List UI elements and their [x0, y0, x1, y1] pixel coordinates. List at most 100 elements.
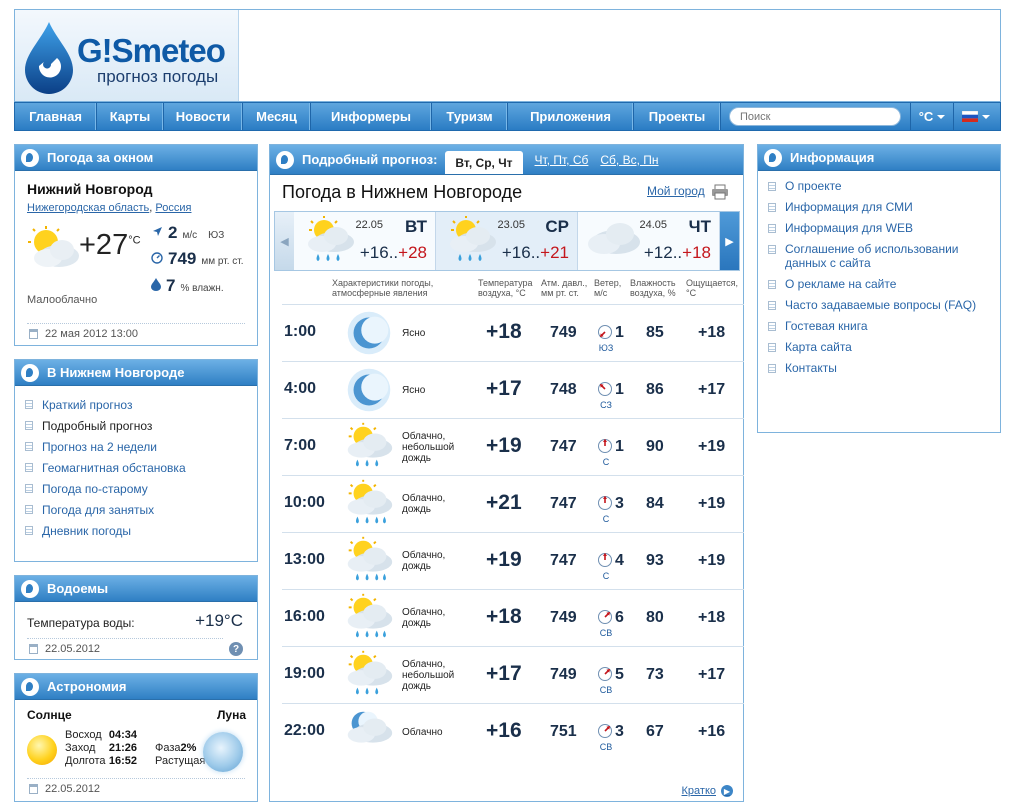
nav-item-0[interactable]: Главная [15, 103, 97, 130]
row-conditions: Облачно [402, 727, 443, 738]
city-link-item[interactable]: Краткий прогноз [25, 394, 186, 415]
city-link-item[interactable]: Геомагнитная обстановка [25, 457, 186, 478]
info-link-item[interactable]: Карта сайта [768, 340, 996, 354]
row-condition-line: небольшой [402, 442, 455, 453]
pressure-unit: мм рт. ст. [201, 256, 244, 267]
day-temp-low: +16.. [359, 243, 399, 262]
water-panel: Водоемы Температура воды: +19°C 22.05.20… [14, 575, 258, 660]
panel-header: Астрономия [15, 674, 257, 700]
wind-compass-icon [597, 666, 613, 685]
forecast-header-label: Подробный прогноз: [302, 152, 438, 167]
sun-cloud-rain-icon [340, 536, 398, 589]
info-link-item[interactable]: О рекламе на сайте [768, 277, 996, 291]
list-bullet-icon [25, 505, 33, 514]
row-humidity: 84 [646, 495, 664, 512]
detailed-forecast-panel: Подробный прогноз: Вт, Ср, Чт Чт, Пт, Сб… [269, 144, 744, 802]
brief-forecast-link[interactable]: Кратко ▶ [682, 785, 733, 797]
row-wind-speed: 6 [615, 609, 624, 626]
chevron-down-icon [982, 114, 990, 119]
row-wind-direction: С [602, 457, 610, 467]
row-pressure: 747 [550, 438, 577, 455]
info-link-item[interactable]: Гостевая книга [768, 319, 996, 333]
city-link-item[interactable]: Дневник погоды [25, 520, 186, 541]
row-wind-speed: 1 [615, 381, 624, 398]
day-tab[interactable]: 24.05 ЧТ +12..+18 [578, 212, 720, 270]
humidity-drop-icon [151, 278, 161, 291]
row-humidity: 67 [646, 723, 664, 740]
print-icon[interactable] [711, 184, 729, 200]
row-wind-speed: 3 [615, 723, 624, 740]
search-input[interactable] [729, 107, 901, 126]
wind-arrow-icon [153, 227, 162, 236]
sunrise-label: Восход [65, 729, 102, 741]
units-dropdown[interactable]: °C [910, 103, 954, 130]
info-link-item[interactable]: Информация для WEB [768, 221, 996, 235]
nav-item-1[interactable]: Карты [97, 103, 164, 130]
prev-days-button[interactable]: ◀ [275, 212, 294, 270]
day-tab[interactable]: 23.05 СР +16..+21 [436, 212, 578, 270]
row-condition-line: Ясно [402, 328, 426, 339]
day-date: 23.05 [497, 219, 525, 231]
day-name: ЧТ [688, 217, 711, 236]
info-link-item[interactable]: Контакты [768, 361, 996, 375]
nav-item-4[interactable]: Информеры [311, 103, 432, 130]
row-condition-line: дождь [402, 453, 432, 464]
row-time: 19:00 [284, 665, 325, 682]
nav-item-2[interactable]: Новости [164, 103, 243, 130]
col-feels-like: Ощущается, °C [686, 278, 739, 298]
row-feels-like: +16 [698, 723, 726, 740]
row-pressure: 751 [550, 723, 577, 740]
water-temp-label: Температура воды: [27, 616, 135, 630]
info-link-item[interactable]: Информация для СМИ [768, 200, 996, 214]
row-pressure: 748 [550, 381, 577, 398]
row-feels-like: +19 [698, 438, 726, 455]
country-link[interactable]: Россия [155, 202, 191, 214]
panel-header: Информация [758, 145, 1000, 171]
row-conditions: Облачно, дождь [402, 607, 445, 629]
region-link[interactable]: Нижегородская область [27, 202, 149, 214]
nav-item-7[interactable]: Проекты [634, 103, 721, 130]
list-bullet-icon [768, 280, 776, 289]
row-wind-direction: С [602, 571, 610, 581]
city-link-label: Геомагнитная обстановка [42, 460, 186, 475]
current-weather-panel: Погода за окном Нижний Новгород Нижегоро… [14, 144, 258, 346]
row-wind-direction: С [602, 514, 610, 524]
info-link-label: Часто задаваемые вопросы (FAQ) [785, 298, 977, 312]
info-link-item[interactable]: Часто задаваемые вопросы (FAQ) [768, 298, 996, 312]
next-days-button[interactable]: ▶ [720, 212, 739, 270]
sunrise-row: Восход 04:34 [65, 729, 137, 741]
row-humidity: 90 [646, 438, 664, 455]
tab-sat-sun-mon[interactable]: Сб, Вс, Пн [600, 153, 658, 167]
daylength-label: Долгота [65, 755, 106, 767]
info-link-item[interactable]: О проекте [768, 179, 996, 193]
water-drop-logo-icon [25, 22, 73, 94]
city-link-item[interactable]: Погода по-старому [25, 478, 186, 499]
sunset-time: 21:26 [108, 742, 137, 754]
my-city-link[interactable]: Мой город [647, 184, 705, 198]
row-temperature: +18 [486, 605, 522, 628]
help-icon[interactable]: ? [229, 642, 243, 656]
panel-title: В Нижнем Новгороде [47, 365, 185, 380]
day-temp-high: +28 [398, 243, 427, 262]
timestamp: 22 мая 2012 13:00 [45, 328, 139, 340]
nav-item-3[interactable]: Месяц [243, 103, 311, 130]
tab-tue-wed-thu[interactable]: Вт, Ср, Чт [445, 151, 523, 174]
row-temperature: +18 [486, 320, 522, 343]
moon-clear-icon [340, 365, 398, 418]
panel-title: Информация [790, 150, 875, 165]
row-condition-line: Облачно, [402, 431, 446, 442]
list-bullet-icon [25, 463, 33, 472]
day-date: 24.05 [639, 219, 667, 231]
forecast-row: 16:00 Облачно, дождь +18 749 СВ 6 80 +18 [282, 589, 744, 646]
nav-item-5[interactable]: Туризм [432, 103, 508, 130]
info-link-item[interactable]: Соглашение об использовании данных с сай… [768, 242, 996, 270]
city-link-item[interactable]: Погода для занятых [25, 499, 186, 520]
tab-thu-fri-sat[interactable]: Чт, Пт, Сб [535, 153, 589, 167]
logo[interactable]: G!Smeteo прогноз погоды [15, 10, 239, 101]
city-link-item[interactable]: Подробный прогноз [25, 415, 186, 436]
day-tab[interactable]: 22.05 ВТ +16..+28 [294, 212, 436, 270]
nav-item-6[interactable]: Приложения [508, 103, 634, 130]
astro-date-line: 22.05.2012 [27, 778, 245, 795]
city-link-item[interactable]: Прогноз на 2 недели [25, 436, 186, 457]
language-dropdown[interactable] [954, 103, 998, 130]
